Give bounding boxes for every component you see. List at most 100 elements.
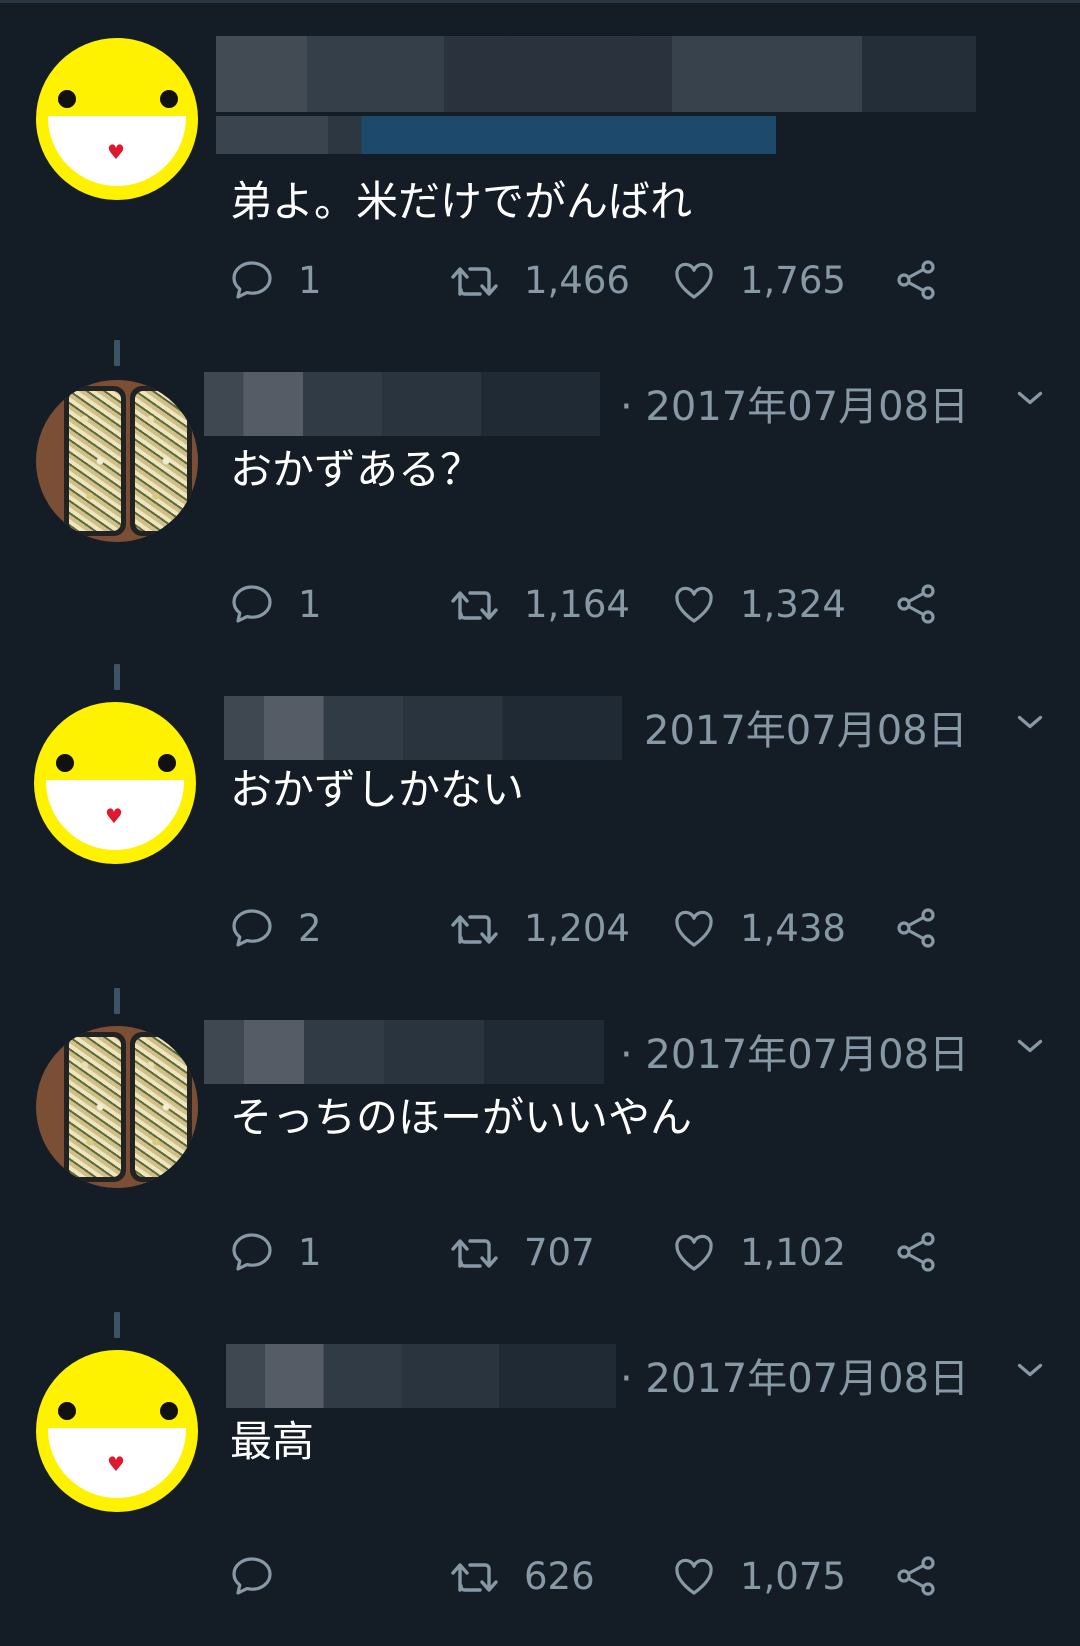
heart-icon	[675, 1558, 713, 1595]
heart-icon	[675, 586, 713, 623]
tweet[interactable]: ♥ · 2017年07月08日 最高 626 1,075	[0, 1296, 1080, 1620]
reply-button[interactable]: 2	[228, 900, 322, 956]
avatar-photo-rice	[69, 391, 121, 531]
like-count: 1,075	[740, 1554, 846, 1598]
share-icon	[897, 260, 935, 300]
tweet-text: 最高	[230, 1417, 315, 1466]
avatar[interactable]	[36, 380, 198, 542]
avatar-photo-tray	[64, 386, 126, 536]
retweet-count: 707	[524, 1230, 595, 1274]
retweet-icon	[451, 915, 498, 944]
reply-count: 1	[298, 582, 322, 626]
retweet-button[interactable]: 707	[448, 1224, 595, 1280]
avatar[interactable]	[36, 1026, 198, 1188]
timestamp[interactable]: 2017年07月08日	[644, 698, 968, 756]
reply-button[interactable]: 1	[228, 252, 322, 308]
redacted-username[interactable]	[204, 372, 600, 436]
tweet-text: 弟よ。米だけでがんばれ	[230, 177, 693, 226]
avatar-heart-icon: ♥	[107, 140, 125, 164]
reply-button[interactable]: 1	[228, 1224, 322, 1280]
retweet-button[interactable]: 626	[448, 1548, 595, 1604]
retweet-button[interactable]: 1,164	[448, 576, 630, 632]
like-button[interactable]: 1,324	[670, 576, 846, 632]
share-icon	[897, 584, 935, 624]
reply-icon	[232, 261, 272, 299]
like-button[interactable]: 1,075	[670, 1548, 846, 1604]
retweet-button[interactable]: 1,466	[448, 252, 630, 308]
thread-line	[114, 1312, 120, 1338]
retweet-count: 1,466	[524, 258, 630, 302]
share-icon	[897, 908, 935, 948]
share-button[interactable]	[892, 576, 940, 632]
tweet[interactable]: ♥ 弟よ。米だけでがんばれ 1 1,466 1,765	[0, 0, 1080, 324]
like-button[interactable]: 1,438	[670, 900, 846, 956]
avatar-photo-rice	[69, 1037, 121, 1177]
reply-icon	[232, 1233, 272, 1271]
like-button[interactable]: 1,102	[670, 1224, 846, 1280]
avatar-photo-rice	[135, 1037, 187, 1177]
tweet-text: おかずしかない	[230, 765, 525, 814]
avatar[interactable]: ♥	[36, 38, 198, 200]
timestamp[interactable]: · 2017年07月08日	[620, 374, 969, 432]
avatar-photo-tray	[130, 386, 192, 536]
tweet[interactable]: · 2017年07月08日 そっちのほーがいいやん 1 707 1,102	[0, 972, 1080, 1296]
avatar-eye	[158, 754, 176, 772]
like-count: 1,324	[740, 582, 846, 626]
chevron-down-icon[interactable]	[1012, 1352, 1048, 1388]
like-count: 1,765	[740, 258, 846, 302]
share-button[interactable]	[892, 252, 940, 308]
tweet[interactable]: ♥ 2017年07月08日 おかずしかない 2 1,204 1,438	[0, 648, 1080, 972]
redacted-handle[interactable]	[216, 116, 776, 154]
redacted-username[interactable]	[204, 1020, 604, 1084]
share-button[interactable]	[892, 1548, 940, 1604]
avatar-eye	[56, 754, 74, 772]
share-button[interactable]	[892, 900, 940, 956]
reply-button[interactable]: 1	[228, 576, 322, 632]
chevron-down-icon[interactable]	[1012, 704, 1048, 740]
retweet-button[interactable]: 1,204	[448, 900, 630, 956]
tweet-actions: 1 707 1,102	[228, 1224, 948, 1280]
avatar-photo-rice	[135, 391, 187, 531]
avatar-photo-tray	[130, 1032, 192, 1182]
tweet-actions: 1 1,164 1,324	[228, 576, 948, 632]
retweet-icon	[451, 267, 498, 296]
thread-line	[114, 340, 120, 366]
reply-count: 1	[298, 1230, 322, 1274]
tweet-actions: 1 1,466 1,765	[228, 252, 948, 308]
thread-line	[114, 988, 120, 1014]
redacted-username[interactable]	[224, 696, 622, 760]
avatar-eye	[160, 90, 178, 108]
like-count: 1,102	[740, 1230, 846, 1274]
tweet[interactable]: · 2017年07月08日 おかずある？ 1 1,164 1,324	[0, 324, 1080, 648]
share-icon	[897, 1556, 935, 1596]
heart-icon	[675, 910, 713, 947]
like-count: 1,438	[740, 906, 846, 950]
avatar[interactable]: ♥	[34, 702, 196, 864]
avatar-photo-tray	[64, 1032, 126, 1182]
reply-icon	[232, 585, 272, 623]
heart-icon	[675, 1234, 713, 1271]
avatar-heart-icon: ♥	[107, 1452, 125, 1476]
redacted-username[interactable]	[226, 1344, 616, 1408]
share-button[interactable]	[892, 1224, 940, 1280]
timestamp[interactable]: · 2017年07月08日	[620, 1346, 969, 1404]
reply-count: 1	[298, 258, 322, 302]
avatar[interactable]: ♥	[36, 1350, 198, 1512]
reply-count: 2	[298, 906, 322, 950]
heart-icon	[675, 262, 713, 299]
chevron-down-icon[interactable]	[1012, 380, 1048, 416]
timestamp[interactable]: · 2017年07月08日	[620, 1022, 969, 1080]
avatar-eye	[160, 1402, 178, 1420]
chevron-down-icon[interactable]	[1012, 1028, 1048, 1064]
avatar-eye	[58, 90, 76, 108]
reply-icon	[232, 1557, 272, 1595]
like-button[interactable]: 1,765	[670, 252, 846, 308]
redacted-username[interactable]	[216, 36, 976, 112]
tweet-actions: 2 1,204 1,438	[228, 900, 948, 956]
retweet-icon	[451, 1239, 498, 1268]
retweet-count: 1,164	[524, 582, 630, 626]
retweet-count: 1,204	[524, 906, 630, 950]
reply-button[interactable]	[228, 1548, 298, 1604]
tweet-actions: 626 1,075	[228, 1548, 948, 1604]
thread-line	[114, 664, 120, 690]
